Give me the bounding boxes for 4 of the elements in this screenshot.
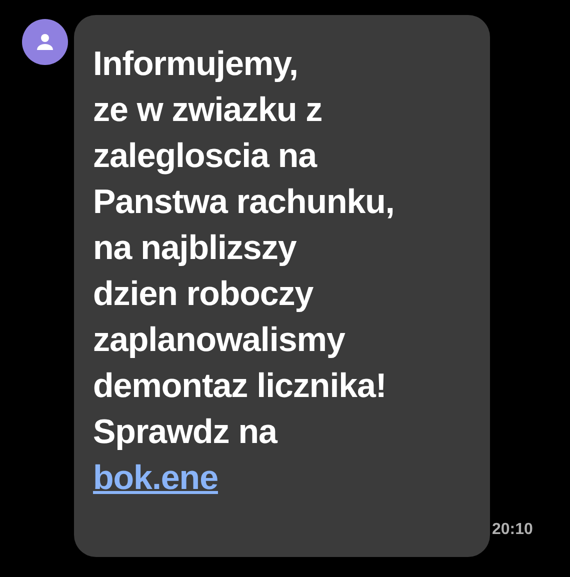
message-time: 20:10 [492, 521, 533, 538]
message-link[interactable]: bok.ene [93, 455, 218, 501]
person-icon [35, 32, 55, 52]
message-text: Informujemy, ze w zwiazku z zalegloscia na Panstwa rachunku, na najblizszy dzien roboczy zaplanowalismy demontaz licznika! Sprawdz na [93, 44, 396, 453]
